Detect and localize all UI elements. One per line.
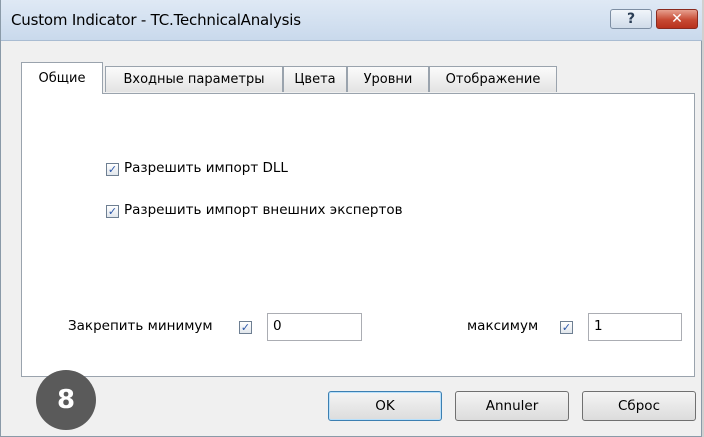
window-title: Custom Indicator - TC.TechnicalAnalysis <box>11 11 301 29</box>
close-icon: ✕ <box>671 11 683 27</box>
custom-indicator-dialog: Custom Indicator - TC.TechnicalAnalysis … <box>0 0 704 437</box>
fix-maximum-checkbox[interactable]: ✓ <box>560 321 573 334</box>
check-icon: ✓ <box>107 205 118 218</box>
help-icon: ? <box>626 11 636 27</box>
cancel-button[interactable]: Annuler <box>455 391 569 421</box>
tab-levels[interactable]: Уровни <box>347 66 429 92</box>
ok-button[interactable]: OK <box>328 391 442 421</box>
check-icon: ✓ <box>240 321 251 334</box>
tab-visualization-label: Отображение <box>445 72 541 87</box>
fix-maximum-label: максимум <box>467 318 539 334</box>
reset-button-label: Сброс <box>617 398 660 414</box>
tab-general[interactable]: Общие <box>21 62 103 94</box>
tab-visualization[interactable]: Отображение <box>429 66 557 92</box>
tab-levels-label: Уровни <box>363 72 413 87</box>
fix-minimum-checkbox[interactable]: ✓ <box>239 321 252 334</box>
tab-colors[interactable]: Цвета <box>283 66 347 92</box>
help-button[interactable]: ? <box>610 9 652 29</box>
allow-dll-checkbox[interactable]: ✓ <box>106 163 119 176</box>
check-icon: ✓ <box>107 163 118 176</box>
tab-general-label: Общие <box>38 71 86 86</box>
tab-colors-label: Цвета <box>294 72 336 87</box>
step-number: 8 <box>56 385 76 415</box>
tab-input-parameters-label: Входные параметры <box>123 72 265 87</box>
check-icon: ✓ <box>561 321 572 334</box>
allow-external-experts-label: Разрешить импорт внешних экспертов <box>124 202 403 218</box>
close-button[interactable]: ✕ <box>656 9 698 29</box>
minimum-input[interactable]: 0 <box>267 313 362 341</box>
tab-input-parameters[interactable]: Входные параметры <box>105 66 283 92</box>
maximum-input[interactable]: 1 <box>588 313 682 341</box>
fix-minimum-label: Закрепить минимум <box>68 318 213 334</box>
allow-external-experts-checkbox[interactable]: ✓ <box>106 205 119 218</box>
allow-dll-label: Разрешить импорт DLL <box>124 160 288 176</box>
reset-button[interactable]: Сброс <box>582 391 696 421</box>
step-number-badge: 8 <box>36 370 96 430</box>
ok-button-label: OK <box>375 398 395 414</box>
title-bar[interactable]: Custom Indicator - TC.TechnicalAnalysis … <box>1 0 704 41</box>
cancel-button-label: Annuler <box>485 398 539 414</box>
